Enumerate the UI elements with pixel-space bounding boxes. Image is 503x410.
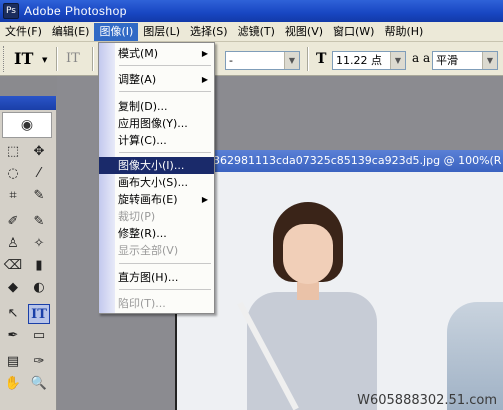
image-menu-dropdown: 模式(M) ▶ 调整(A) ▶ 复制(D)... 应用图像(Y)... 计算(C…	[98, 42, 215, 314]
antialias-icon: a a	[412, 51, 431, 65]
menu-item-calculations[interactable]: 计算(C)...	[99, 132, 214, 149]
menu-item-reveal-all[interactable]: 显示全部(V)	[99, 242, 214, 259]
submenu-arrow-icon: ▶	[201, 49, 208, 58]
lasso-tool-icon[interactable]: ◌	[2, 164, 24, 184]
preset-dropdown-arrow-icon[interactable]: ▼	[42, 56, 47, 64]
options-grip[interactable]	[3, 46, 6, 72]
menu-separator	[119, 263, 211, 264]
separator	[56, 47, 58, 71]
blur-tool-icon[interactable]: ◆	[2, 278, 24, 298]
history-brush-tool-icon[interactable]: ✧	[28, 234, 50, 254]
menu-view[interactable]: 视图(V)	[280, 23, 328, 41]
menu-item-mode[interactable]: 模式(M) ▶	[99, 45, 214, 62]
zoom-tool-icon[interactable]: 🔍	[28, 374, 50, 394]
menu-filter[interactable]: 滤镜(T)	[233, 23, 280, 41]
antialias-value: 平滑	[436, 54, 458, 67]
title-bar: Ps Adobe Photoshop	[0, 0, 503, 22]
menu-item-label: 旋转画布(E)	[118, 193, 178, 206]
hand-tool-icon[interactable]: ✋	[2, 374, 24, 394]
gradient-tool-icon[interactable]: ▮	[28, 256, 50, 276]
submenu-arrow-icon: ▶	[201, 75, 208, 84]
menu-item-apply-image[interactable]: 应用图像(Y)...	[99, 115, 214, 132]
healing-brush-tool-icon[interactable]: ✐	[2, 212, 24, 232]
toolbox: ◉ ⬚ ✥ ◌ ⁄ ⌗ ✎ ✐ ✎ ♙ ✧ ⌫ ▮ ◆ ◐ ↖ IT ✒ ▭ ▤…	[0, 96, 57, 410]
menu-item-label: 调整(A)	[118, 73, 157, 86]
orientation-toggle-icon[interactable]: IT	[66, 51, 80, 66]
magic-wand-tool-icon[interactable]: ⁄	[28, 164, 50, 184]
font-size-select[interactable]: 11.22 点 ▼	[332, 51, 406, 70]
menu-item-canvas-size[interactable]: 画布大小(S)...	[99, 174, 214, 191]
watermark-text: W605888302.51.com	[357, 393, 497, 408]
separator	[307, 47, 309, 71]
eyedropper-tool-icon[interactable]: ✑	[28, 352, 50, 372]
notes-tool-icon[interactable]: ▤	[2, 352, 24, 372]
type-tool-preset-icon[interactable]: IT	[14, 49, 33, 68]
crop-tool-icon[interactable]: ⌗	[2, 186, 24, 206]
type-tool-icon[interactable]: IT	[28, 304, 50, 324]
menu-item-rotate-canvas[interactable]: 旋转画布(E) ▶	[99, 191, 214, 208]
eraser-tool-icon[interactable]: ⌫	[2, 256, 24, 276]
font-style-value: -	[229, 54, 233, 67]
image-canvas[interactable]	[175, 172, 503, 410]
path-selection-tool-icon[interactable]: ↖	[2, 304, 24, 324]
menu-window[interactable]: 窗口(W)	[328, 23, 379, 41]
chevron-down-icon[interactable]: ▼	[482, 52, 497, 69]
move-tool-icon[interactable]: ✥	[28, 142, 50, 162]
menu-separator	[119, 152, 211, 153]
options-bar: IT ▼ IT - ▼ T 11.22 点 ▼ a a 平滑 ▼	[0, 42, 503, 76]
menu-separator	[119, 91, 211, 92]
font-size-value: 11.22 点	[336, 54, 382, 67]
photo-face	[283, 224, 333, 284]
menu-item-duplicate[interactable]: 复制(D)...	[99, 98, 214, 115]
chevron-down-icon[interactable]: ▼	[284, 52, 299, 69]
menu-help[interactable]: 帮助(H)	[379, 23, 428, 41]
menu-image[interactable]: 图像(I)	[94, 22, 139, 41]
separator	[92, 47, 94, 71]
menu-item-adjustments[interactable]: 调整(A) ▶	[99, 71, 214, 88]
photoshop-logo-icon: Ps	[3, 3, 19, 19]
font-size-icon: T	[316, 51, 327, 67]
eye-icon[interactable]: ◉	[2, 112, 52, 138]
menu-item-histogram[interactable]: 直方图(H)...	[99, 269, 214, 286]
document-title-bar[interactable]: 362981113cda07325c85139ca923d5.jpg @ 100…	[175, 150, 503, 172]
menu-item-crop[interactable]: 裁切(P)	[99, 208, 214, 225]
menu-item-trim[interactable]: 修整(R)...	[99, 225, 214, 242]
toolbox-header[interactable]	[0, 96, 56, 110]
antialias-select[interactable]: 平滑 ▼	[432, 51, 498, 70]
menu-item-trap[interactable]: 陷印(T)...	[99, 295, 214, 312]
clone-stamp-tool-icon[interactable]: ♙	[2, 234, 24, 254]
menu-select[interactable]: 选择(S)	[185, 23, 233, 41]
brush-tool-icon[interactable]: ✎	[28, 212, 50, 232]
rectangle-tool-icon[interactable]: ▭	[28, 326, 50, 346]
font-style-select[interactable]: - ▼	[225, 51, 300, 70]
dodge-tool-icon[interactable]: ◐	[28, 278, 50, 298]
menu-separator	[119, 289, 211, 290]
submenu-arrow-icon: ▶	[201, 195, 208, 204]
marquee-tool-icon[interactable]: ⬚	[2, 142, 24, 162]
menu-file[interactable]: 文件(F)	[0, 23, 47, 41]
window-title: Adobe Photoshop	[24, 4, 127, 18]
menu-layer[interactable]: 图层(L)	[138, 23, 185, 41]
menu-edit[interactable]: 编辑(E)	[47, 23, 95, 41]
slice-tool-icon[interactable]: ✎	[28, 186, 50, 206]
menu-item-image-size[interactable]: 图像大小(I)...	[99, 157, 214, 174]
pen-tool-icon[interactable]: ✒	[2, 326, 24, 346]
menu-item-label: 模式(M)	[118, 47, 159, 60]
menu-bar: 文件(F) 编辑(E) 图像(I) 图层(L) 选择(S) 滤镜(T) 视图(V…	[0, 22, 503, 42]
menu-separator	[119, 65, 211, 66]
chevron-down-icon[interactable]: ▼	[390, 52, 405, 69]
